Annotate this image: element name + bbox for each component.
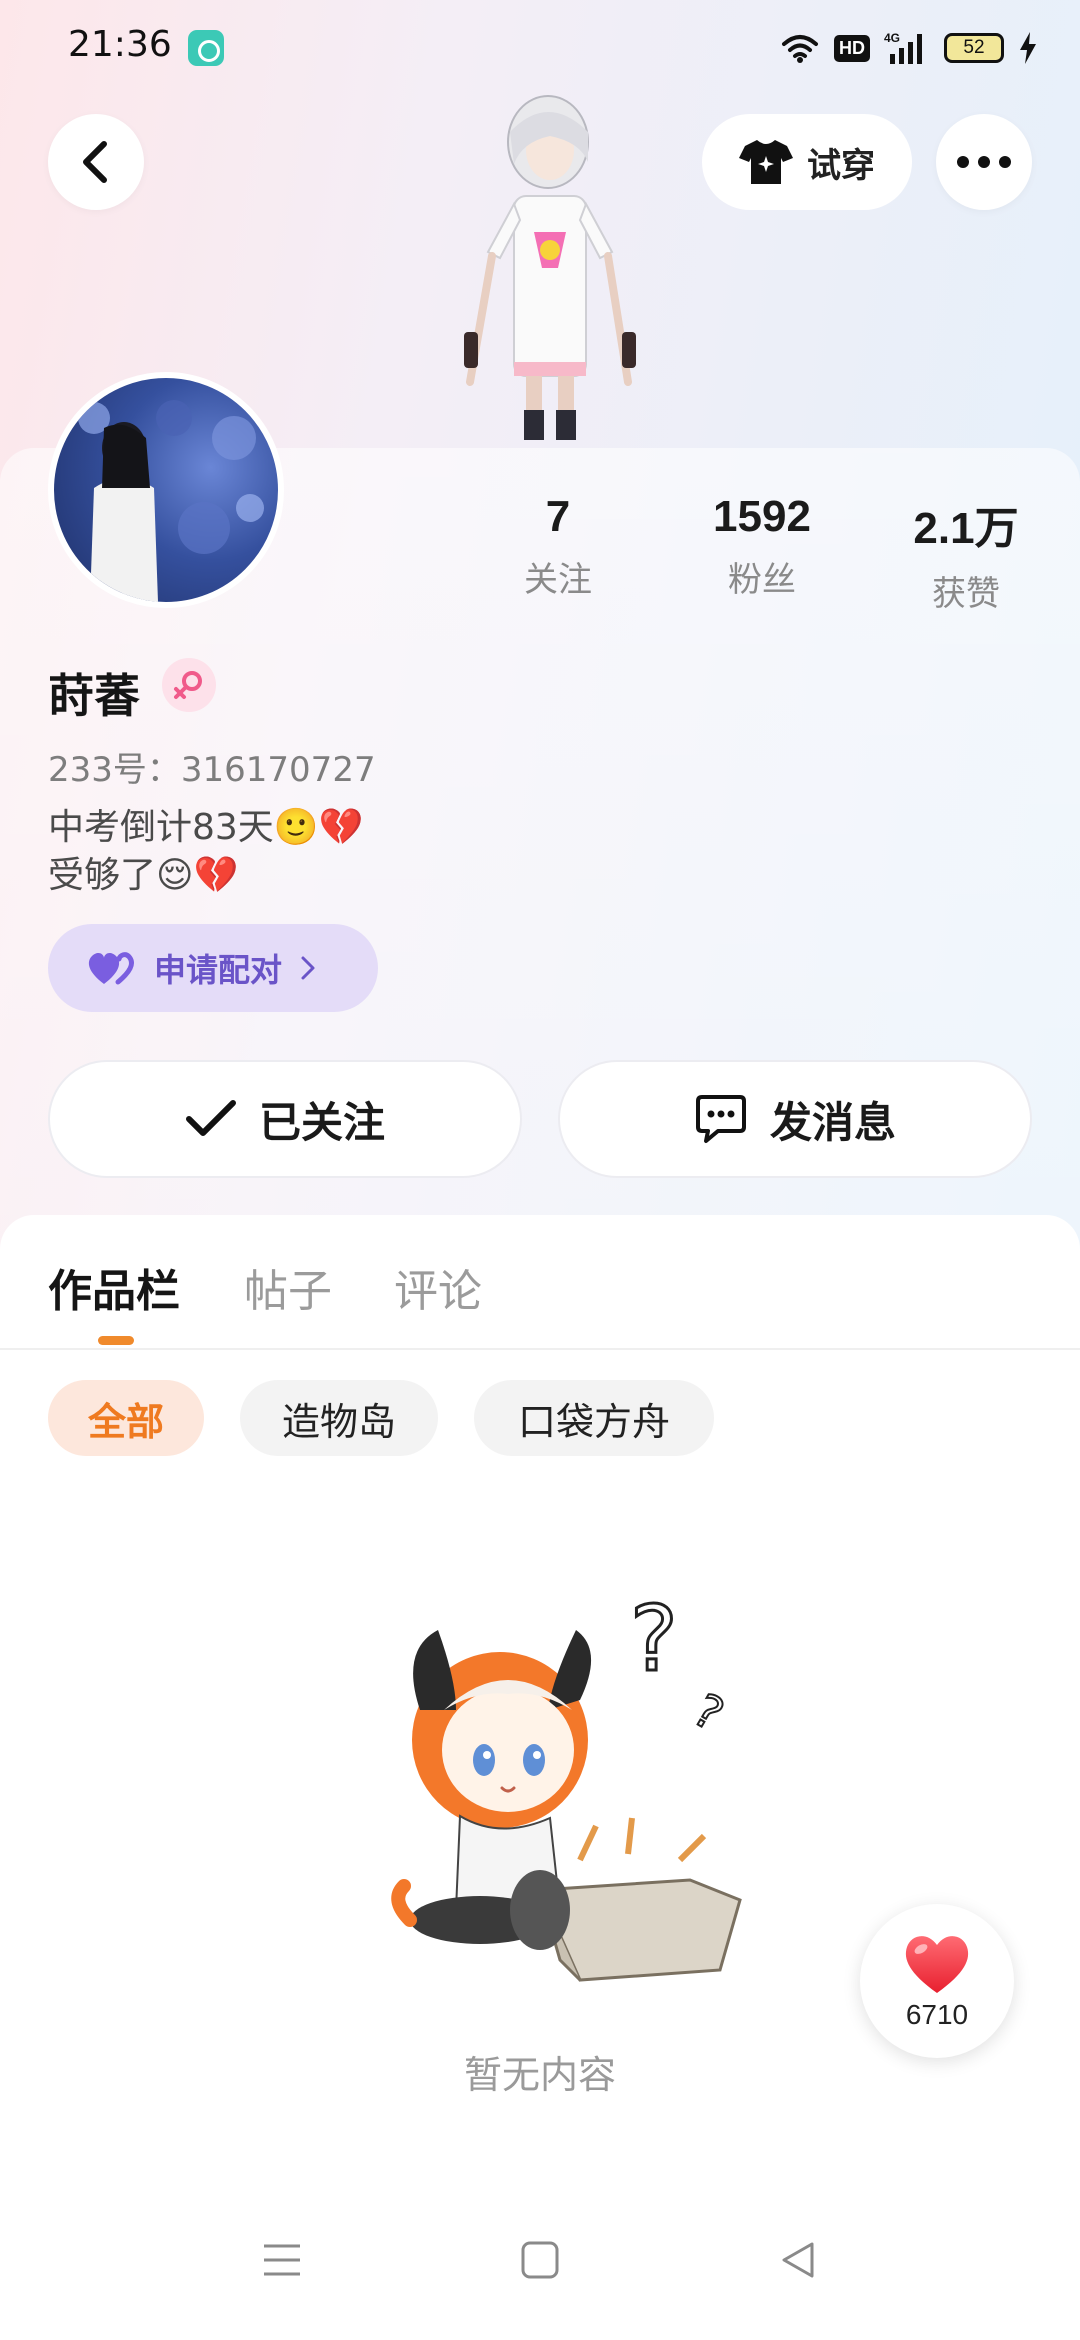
more-dots-icon — [957, 156, 1011, 168]
more-button[interactable] — [936, 114, 1032, 210]
home-nav-icon[interactable] — [510, 2230, 570, 2290]
svg-text:?: ? — [630, 1590, 678, 1692]
chevron-right-icon — [301, 956, 315, 980]
battery-level: 52 — [963, 37, 985, 58]
user-avatar[interactable] — [48, 372, 284, 608]
empty-state-illustration: ? ? — [360, 1586, 760, 1990]
tshirt-icon — [739, 140, 793, 184]
back-button[interactable] — [48, 114, 144, 210]
svg-text:?: ? — [685, 1683, 733, 1742]
checkmark-icon — [185, 1100, 236, 1136]
network-type: 4G — [884, 31, 900, 45]
avatar-character-figure — [430, 92, 650, 452]
bio-line-2: 受够了😌💔 — [48, 855, 239, 896]
followers-count: 1592 — [713, 492, 811, 541]
female-gender-icon — [162, 658, 216, 712]
charging-bolt-icon — [1020, 32, 1036, 64]
battery-indicator: 52 — [944, 33, 1004, 63]
request-pairing-button[interactable]: 申请配对 — [48, 924, 378, 1012]
status-icons: HD 4G 52 — [780, 26, 1038, 70]
status-time: 21:36 — [68, 24, 172, 65]
heart-icon — [905, 1936, 969, 1993]
following-label: 关注 — [524, 560, 592, 600]
tab-divider — [0, 1348, 1080, 1350]
user-id: 233号：316170727 — [48, 750, 376, 790]
send-message-label: 发消息 — [769, 1097, 896, 1147]
following-count: 7 — [545, 492, 571, 541]
active-tab-indicator — [98, 1336, 134, 1345]
menu-nav-icon[interactable] — [252, 2230, 312, 2290]
stat-likes[interactable]: 2.1万 获赞 — [886, 492, 1046, 615]
like-count: 6710 — [905, 1999, 969, 2030]
likes-count: 2.1万 — [913, 504, 1019, 553]
back-nav-icon[interactable] — [768, 2230, 828, 2290]
followed-label: 已关注 — [258, 1097, 385, 1147]
try-on-label: 试穿 — [807, 145, 875, 186]
chevron-left-icon — [83, 141, 107, 183]
like-floating-button[interactable]: 6710 — [860, 1904, 1014, 2058]
app-notification-icon — [188, 30, 224, 66]
likes-label: 获赞 — [932, 574, 1000, 614]
filter-creation-island[interactable]: 造物岛 — [240, 1380, 438, 1456]
tab-works[interactable]: 作品栏 — [48, 1255, 180, 1319]
bio: 中考倒计83天🙂💔 受够了😌💔 — [48, 804, 363, 900]
filter-pocket-ark[interactable]: 口袋方舟 — [474, 1380, 714, 1456]
wifi-icon — [782, 35, 818, 63]
tab-comments[interactable]: 评论 — [394, 1255, 482, 1319]
try-on-button[interactable]: 试穿 — [702, 114, 912, 210]
username: 莳萫 — [48, 669, 140, 723]
double-heart-icon — [88, 952, 134, 985]
bio-line-1: 中考倒计83天🙂💔 — [48, 807, 364, 848]
signal-icon: 4G — [884, 31, 922, 64]
stat-following[interactable]: 7 关注 — [478, 492, 638, 601]
stat-followers[interactable]: 1592 粉丝 — [682, 492, 842, 601]
request-pairing-label: 申请配对 — [154, 951, 283, 989]
send-message-button[interactable]: 发消息 — [558, 1060, 1032, 1178]
tab-posts[interactable]: 帖子 — [244, 1255, 332, 1319]
followers-label: 粉丝 — [728, 560, 796, 600]
chat-bubble-icon — [695, 1095, 746, 1143]
filter-all[interactable]: 全部 — [48, 1380, 204, 1456]
followed-button[interactable]: 已关注 — [48, 1060, 522, 1178]
system-navigation-bar — [0, 2230, 1080, 2310]
hd-badge: HD — [834, 34, 870, 62]
